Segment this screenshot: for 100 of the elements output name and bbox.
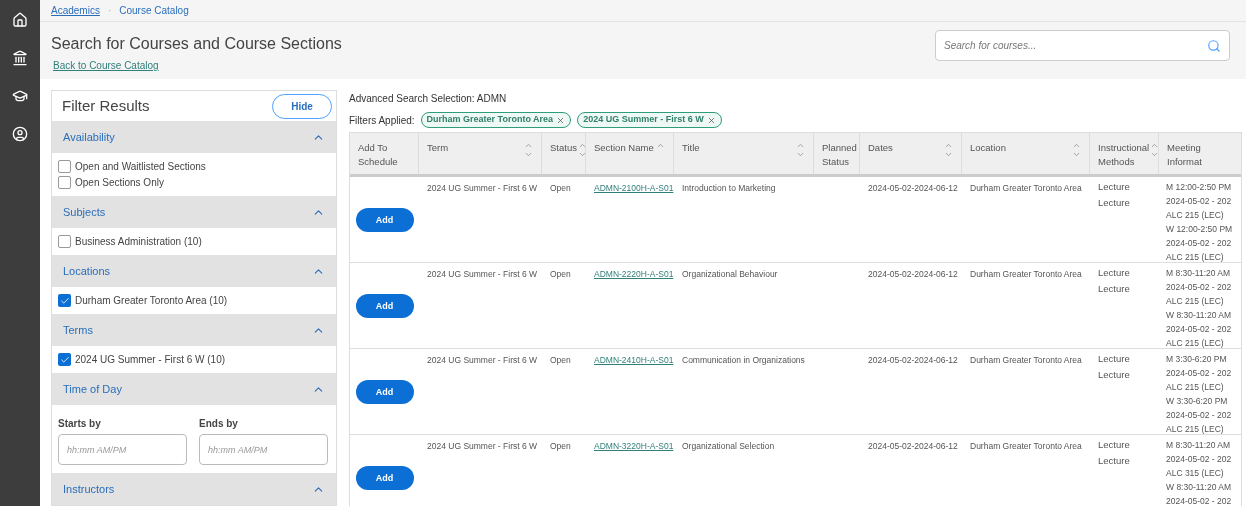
column-header[interactable]: Meeting Informat: [1159, 133, 1241, 174]
field-label: Starts by: [58, 417, 102, 431]
sort-down-icon[interactable]: [1150, 150, 1158, 159]
filter-section-header[interactable]: Terms: [52, 314, 336, 346]
add-button[interactable]: Add: [355, 465, 414, 490]
table-cell-text: 2024-05-02 - 202: [1166, 195, 1233, 208]
sort-up-icon[interactable]: [523, 141, 533, 150]
table-cell-text: ALC 215 (LEC): [1166, 209, 1225, 222]
sort-down-icon[interactable]: [1071, 150, 1081, 159]
filters-label: Filters Applied:: [349, 113, 415, 128]
table-cell-text: 2024-05-02 - 202: [1166, 323, 1233, 336]
table-cell-text: Lecture: [1098, 352, 1131, 366]
sort-up-icon[interactable]: [943, 141, 953, 150]
search-selection-text: Advanced Search Selection: ADMN: [349, 92, 508, 106]
search-icon[interactable]: [1207, 38, 1221, 53]
add-button[interactable]: Add: [355, 293, 414, 318]
sort-down-icon[interactable]: [577, 150, 585, 159]
sort-up-icon[interactable]: [577, 141, 585, 150]
section-link[interactable]: ADMN-3220H-A-S01: [594, 441, 674, 451]
filter-chip[interactable]: 2024 UG Summer - First 6 W: [577, 112, 722, 128]
column-header[interactable]: Instructional Methods: [1090, 133, 1159, 174]
table-cell: Organizational Selection: [682, 441, 775, 451]
checkbox[interactable]: [58, 235, 71, 248]
check-icon: [59, 354, 70, 365]
table-cell-text: ALC 215 (LEC): [1166, 295, 1225, 308]
column-header[interactable]: Dates: [860, 133, 962, 174]
section-link[interactable]: ADMN-2100H-A-S01: [594, 183, 674, 193]
sort-down-icon[interactable]: [943, 150, 953, 159]
column-header[interactable]: Add To Schedule: [350, 133, 419, 174]
table-cell-text: Lecture: [1098, 454, 1131, 468]
sort-up-icon[interactable]: [795, 141, 805, 150]
filter-section-header[interactable]: Time of Day: [52, 373, 336, 405]
section-link[interactable]: ADMN-2220H-A-S01: [594, 269, 674, 279]
column-header[interactable]: Planned Status: [814, 133, 860, 174]
table-cell-text: M 8:30-11:20 AM: [1166, 439, 1232, 452]
table-cell-text: Lecture: [1098, 196, 1131, 210]
table-cell: Open: [550, 269, 571, 279]
checkbox[interactable]: [58, 160, 71, 173]
table-cell: Introduction to Marketing: [682, 183, 776, 193]
sort-up-icon[interactable]: [655, 141, 665, 150]
table-cell-text: Lecture: [1098, 180, 1131, 194]
table-cell-text: Lecture: [1098, 438, 1131, 452]
sort-up-icon[interactable]: [1150, 141, 1158, 150]
table-cell-text: Lecture: [1098, 368, 1131, 382]
column-header[interactable]: Section Name: [586, 133, 674, 174]
table-cell: Communication in Organizations: [682, 355, 805, 365]
column-header[interactable]: Term: [419, 133, 542, 174]
add-button[interactable]: Add: [355, 207, 414, 232]
section-link[interactable]: ADMN-2410H-A-S01: [594, 355, 674, 365]
search-input[interactable]: Search for courses...: [944, 38, 1207, 53]
table-cell-text: 2024-05-02 - 202: [1166, 237, 1233, 250]
checkbox[interactable]: [58, 294, 71, 307]
table-cell: Organizational Behaviour: [682, 269, 778, 279]
table-cell-text: 2024-05-02 - 202: [1166, 453, 1233, 466]
table-cell: 2024-05-02-2024-06-12: [868, 269, 958, 279]
filter-chip[interactable]: Durham Greater Toronto Area: [420, 112, 572, 128]
graduation-cap-icon[interactable]: [12, 88, 28, 104]
checkbox-label: Durham Greater Toronto Area (10): [75, 294, 228, 308]
table-cell: Durham Greater Toronto Area: [970, 269, 1082, 279]
column-header[interactable]: Status: [542, 133, 586, 174]
column-header[interactable]: Title: [674, 133, 814, 174]
table-cell: 2024-05-02-2024-06-12: [868, 441, 958, 451]
filter-section-header[interactable]: Subjects: [52, 196, 336, 228]
table-cell-text: W 8:30-11:20 AM: [1166, 309, 1233, 322]
filter-section-header[interactable]: Instructors: [52, 473, 336, 505]
home-icon[interactable]: [12, 12, 28, 28]
filter-section-header[interactable]: Availability: [52, 121, 336, 153]
breadcrumb-separator: ·: [107, 4, 112, 18]
search-field[interactable]: Search for courses...: [935, 30, 1230, 61]
checkbox[interactable]: [58, 353, 71, 366]
table-cell-text: W 3:30-6:20 PM: [1166, 395, 1229, 408]
table-cell-text: Lecture: [1098, 282, 1131, 296]
table-cell: Open: [550, 183, 571, 193]
table-cell: Durham Greater Toronto Area: [970, 441, 1082, 451]
table-cell: Open: [550, 355, 571, 365]
sort-down-icon[interactable]: [795, 150, 805, 159]
add-button[interactable]: Add: [355, 379, 414, 404]
field-label: Ends by: [199, 417, 239, 431]
time-field[interactable]: hh:mm AM/PM: [58, 434, 187, 465]
sort-down-icon[interactable]: [523, 150, 533, 159]
time-field[interactable]: hh:mm AM/PM: [199, 434, 328, 465]
sort-up-icon[interactable]: [1071, 141, 1081, 150]
check-icon: [59, 295, 70, 306]
filter-section-header[interactable]: Locations: [52, 255, 336, 287]
back-link[interactable]: Back to Course Catalog: [53, 58, 342, 73]
table-cell-text: W 12:00-2:50 PM: [1166, 223, 1234, 236]
table-cell: 2024-05-02-2024-06-12: [868, 183, 958, 193]
remove-icon[interactable]: [706, 115, 716, 125]
breadcrumb-link[interactable]: Academics: [51, 3, 100, 18]
remove-icon[interactable]: [556, 115, 566, 125]
table-cell-text: W 8:30-11:20 AM: [1166, 481, 1233, 494]
building-icon[interactable]: [12, 50, 28, 66]
checkbox-label: Business Administration (10): [75, 235, 202, 249]
table-cell-text: 2024-05-02 - 202: [1166, 367, 1233, 380]
breadcrumb-link[interactable]: Course Catalog: [119, 3, 189, 18]
user-icon[interactable]: [12, 126, 28, 142]
table-cell-text: M 12:00-2:50 PM: [1166, 181, 1233, 194]
column-header[interactable]: Location: [962, 133, 1090, 174]
checkbox[interactable]: [58, 176, 71, 189]
table-cell: 2024-05-02-2024-06-12: [868, 355, 958, 365]
